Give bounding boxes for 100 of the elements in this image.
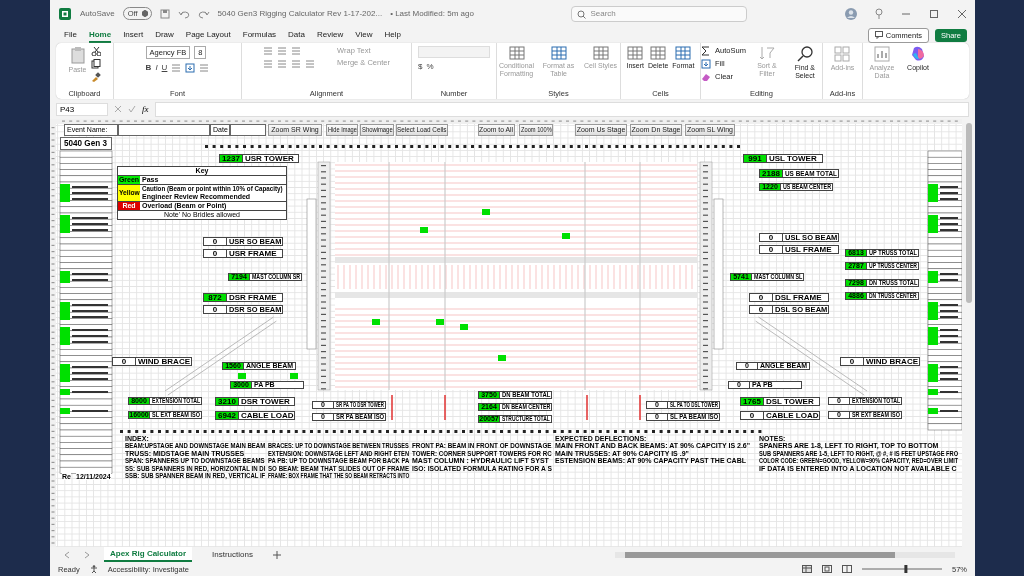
cancel-icon xyxy=(114,105,122,114)
chart-icon xyxy=(874,45,890,62)
sheet-tab[interactable]: Apex Rig Calculator xyxy=(104,547,192,563)
value-cell: 0 xyxy=(112,356,136,366)
normal-view-icon[interactable] xyxy=(802,565,812,574)
value-cell: 2188 xyxy=(759,168,783,178)
font-color-icon xyxy=(199,62,210,73)
percent-button[interactable]: % xyxy=(426,61,434,71)
previous-sheet-icon[interactable] xyxy=(64,550,70,559)
label-cell: WIND BRACE xyxy=(136,356,192,366)
cut-icon xyxy=(90,45,101,56)
underline-button[interactable]: U xyxy=(161,63,168,73)
formula-input[interactable] xyxy=(154,101,969,117)
borders-icon xyxy=(171,62,182,73)
label-cell: CABLE LOAD xyxy=(764,410,820,420)
value-cell: 0 xyxy=(740,410,764,420)
align-center-icon xyxy=(277,58,287,69)
lightbulb-icon[interactable] xyxy=(875,8,883,20)
table-icon xyxy=(550,45,567,60)
align-bottom-icon xyxy=(291,45,301,56)
sheet-tab[interactable]: Instructions xyxy=(206,548,259,562)
truss-section xyxy=(193,356,219,376)
label-cell: WIND BRACE xyxy=(864,356,920,366)
value-cell: 0 xyxy=(759,232,783,242)
menu-tab[interactable]: Help xyxy=(384,27,401,43)
label-cell: USL SO BEAM xyxy=(783,232,839,242)
menu-tab[interactable]: Insert xyxy=(123,27,144,43)
name-box[interactable]: P43 xyxy=(56,102,108,116)
autosave-label: AutoSave xyxy=(80,9,115,19)
sub-spanner-mark xyxy=(639,394,641,421)
page-break-icon[interactable] xyxy=(842,565,852,574)
value-cell: 0 xyxy=(749,304,773,314)
align-left-icon xyxy=(263,58,273,69)
menu-tab[interactable]: Review xyxy=(317,27,344,43)
align-middle-icon xyxy=(277,45,287,56)
sub-spanner-mark xyxy=(444,394,446,421)
label-cell: USR TOWER xyxy=(243,153,299,163)
value-cell: 0 xyxy=(749,292,773,302)
eraser-icon xyxy=(701,71,712,82)
value-cell: 0 xyxy=(840,356,864,366)
label-cell: US BEAM TOTAL xyxy=(783,168,839,178)
avatar-icon[interactable] xyxy=(845,7,857,20)
page-layout-icon[interactable] xyxy=(822,565,832,574)
menu-tab[interactable]: Draw xyxy=(155,27,174,43)
label-cell: DSL FRAME xyxy=(773,292,829,302)
last-modified[interactable]: • Last Modified: 5m ago xyxy=(390,9,474,19)
value-cell: 3210 xyxy=(215,396,239,406)
vertical-scrollbar[interactable] xyxy=(962,118,975,547)
sheet-title: 5040 Gen 3 xyxy=(60,136,112,150)
menu-tab[interactable]: File xyxy=(64,27,77,43)
close-icon[interactable] xyxy=(957,8,967,19)
value-cell: 991 xyxy=(743,153,767,163)
value-cell: 1765 xyxy=(740,396,764,406)
grid-icon xyxy=(650,45,667,60)
undo-icon[interactable] xyxy=(177,8,190,19)
value-cell: 0 xyxy=(203,236,227,246)
grid-icon xyxy=(627,45,644,60)
menu-tab[interactable]: Page Layout xyxy=(185,27,231,43)
sub-spanner-mark xyxy=(586,394,588,421)
value-cell: 0 xyxy=(203,304,227,314)
value-cell: 872 xyxy=(203,292,227,302)
maximize-icon[interactable] xyxy=(929,8,939,19)
value-cell: 1237 xyxy=(219,153,243,163)
app-icon xyxy=(58,6,72,21)
label-cell: DSL TOWER xyxy=(764,396,820,406)
label-cell: DSL SO BEAM xyxy=(773,304,829,314)
menu-tab[interactable]: View xyxy=(355,27,373,43)
search-field[interactable]: Search xyxy=(571,5,748,22)
indent-icon xyxy=(305,58,315,69)
grid-icon xyxy=(592,45,609,60)
menu-tab[interactable]: Formulas xyxy=(242,27,277,43)
italic-button[interactable]: I xyxy=(155,63,158,73)
redo-icon[interactable] xyxy=(197,8,210,19)
copy-icon xyxy=(90,58,101,69)
add-sheet-icon[interactable] xyxy=(272,550,281,559)
fill-color-icon xyxy=(185,62,196,73)
align-right-icon xyxy=(291,58,301,69)
sub-spanner-mark xyxy=(391,394,393,421)
bold-button[interactable]: B xyxy=(145,63,152,73)
truss-section xyxy=(214,334,251,362)
next-sheet-icon[interactable] xyxy=(84,550,90,559)
truss-section xyxy=(164,370,198,396)
label-cell: DSR SO BEAM xyxy=(227,304,283,314)
comment-icon xyxy=(874,31,883,40)
truss-section xyxy=(813,356,839,376)
label-cell: DSR FRAME xyxy=(227,292,283,302)
load-markers-drawing xyxy=(238,372,298,379)
zoom-slider[interactable] xyxy=(862,565,942,574)
add-ins-icon xyxy=(834,45,851,62)
accessibility-icon xyxy=(89,565,98,574)
currency-button[interactable]: $ xyxy=(418,61,423,71)
fill-down-icon xyxy=(701,58,712,69)
search-icon xyxy=(577,9,587,19)
insert-function-button[interactable]: fx xyxy=(142,104,149,115)
brush-icon xyxy=(90,71,101,82)
menu-tab[interactable]: Data xyxy=(288,27,305,43)
save-icon[interactable] xyxy=(159,8,170,19)
truss-section xyxy=(755,316,786,340)
horizontal-scrollbar[interactable] xyxy=(615,551,955,558)
label-cell: USL FRAME xyxy=(783,244,839,254)
